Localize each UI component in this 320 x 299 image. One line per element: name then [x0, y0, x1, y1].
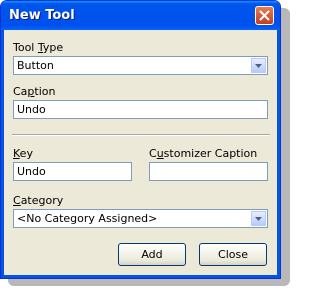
close-window-button[interactable]: [255, 6, 274, 25]
chevron-down-icon: [255, 216, 262, 221]
chevron-down-icon: [255, 63, 262, 68]
category-label: Category: [13, 194, 63, 207]
caption-label-rest: tion: [34, 85, 56, 98]
window-frame-bottom: [1, 275, 280, 278]
key-input[interactable]: Undo: [13, 162, 132, 181]
category-select[interactable]: <No Category Assigned>: [13, 209, 268, 228]
category-label-accel: C: [13, 194, 21, 207]
tool-type-label-prefix: Tool: [13, 41, 38, 54]
category-label-rest: ategory: [20, 194, 64, 207]
caption-label-prefix: Ca: [13, 85, 28, 98]
tool-type-dropdown-button[interactable]: [251, 58, 266, 73]
customizer-caption-label: Customizer Caption: [149, 147, 257, 160]
tool-type-value: Button: [17, 59, 54, 72]
separator: [12, 134, 270, 136]
caption-input[interactable]: Undo: [13, 100, 268, 119]
tool-type-select[interactable]: Button: [13, 56, 268, 75]
window-title: New Tool: [9, 8, 75, 23]
close-icon: [259, 10, 270, 21]
close-button[interactable]: Close: [199, 243, 267, 266]
add-button[interactable]: Add: [118, 243, 186, 266]
customizer-caption-input[interactable]: [149, 162, 268, 181]
caption-value: Undo: [17, 103, 46, 116]
key-label-rest: ey: [19, 147, 33, 160]
customizer-caption-label-rest: stomizer Caption: [163, 147, 258, 160]
tool-type-label: Tool Type: [13, 41, 63, 54]
category-value: <No Category Assigned>: [17, 212, 158, 225]
new-tool-dialog: New Tool Tool Type Button Caption Undo K…: [0, 0, 281, 279]
customizer-caption-label-prefix: C: [149, 147, 157, 160]
key-label: Key: [13, 147, 33, 160]
caption-label: Caption: [13, 85, 55, 98]
key-label-accel: K: [13, 147, 20, 160]
customizer-caption-label-accel: u: [156, 147, 164, 160]
key-value: Undo: [17, 165, 46, 178]
window-frame-right: [277, 30, 280, 278]
window-frame-left: [1, 30, 4, 278]
category-dropdown-button[interactable]: [251, 211, 266, 226]
tool-type-label-rest: ype: [42, 41, 64, 54]
title-bar[interactable]: New Tool: [1, 1, 280, 30]
